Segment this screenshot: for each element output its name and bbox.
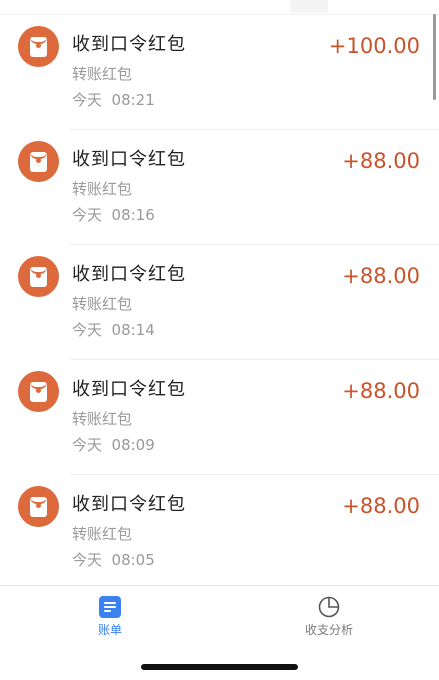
transaction-amount: +100.00 [328, 34, 420, 58]
transaction-time: 今天 08:05 [72, 551, 155, 569]
transaction-time: 今天 08:16 [72, 206, 155, 224]
transaction-time: 今天 08:21 [72, 91, 155, 109]
list-item[interactable]: 收到口令红包 转账红包 今天 08:05 +88.00 [0, 475, 439, 590]
transaction-title: 收到口令红包 [72, 379, 186, 400]
list-item[interactable]: 收到口令红包 转账红包 今天 08:14 +88.00 [0, 245, 439, 360]
red-envelope-icon [18, 371, 59, 412]
transaction-title: 收到口令红包 [72, 264, 186, 285]
list-item[interactable]: 收到口令红包 转账红包 今天 08:09 +88.00 [0, 360, 439, 475]
transaction-amount: +88.00 [342, 264, 420, 288]
red-envelope-icon [18, 486, 59, 527]
red-envelope-icon [18, 26, 59, 67]
home-indicator[interactable] [141, 664, 298, 670]
transaction-title: 收到口令红包 [72, 34, 186, 55]
tab-analysis-label: 收支分析 [304, 623, 353, 637]
transaction-list: 收到口令红包 转账红包 今天 08:21 +100.00 收到口令红包 转账红包… [0, 15, 439, 590]
transaction-type: 转账红包 [72, 410, 133, 428]
tab-analysis[interactable]: 收支分析 [289, 596, 369, 640]
transaction-time: 今天 08:14 [72, 321, 155, 339]
transaction-amount: +88.00 [342, 149, 420, 173]
top-header-fragment [0, 0, 439, 15]
transaction-title: 收到口令红包 [72, 149, 186, 170]
transaction-type: 转账红包 [72, 295, 133, 313]
transaction-amount: +88.00 [342, 494, 420, 518]
tab-bills[interactable]: 账单 [70, 596, 150, 640]
transaction-type: 转账红包 [72, 180, 133, 198]
transaction-type: 转账红包 [72, 525, 133, 543]
transaction-time: 今天 08:09 [72, 436, 155, 454]
transaction-type: 转账红包 [72, 65, 133, 83]
transaction-amount: +88.00 [342, 379, 420, 403]
header-chip [290, 0, 328, 13]
pie-chart-icon [318, 596, 340, 618]
red-envelope-icon [18, 256, 59, 297]
tab-bills-label: 账单 [97, 623, 122, 637]
bill-screen: 收到口令红包 转账红包 今天 08:21 +100.00 收到口令红包 转账红包… [0, 0, 439, 680]
document-icon [99, 596, 121, 618]
list-item[interactable]: 收到口令红包 转账红包 今天 08:21 +100.00 [0, 15, 439, 130]
transaction-title: 收到口令红包 [72, 494, 186, 515]
list-item[interactable]: 收到口令红包 转账红包 今天 08:16 +88.00 [0, 130, 439, 245]
red-envelope-icon [18, 141, 59, 182]
